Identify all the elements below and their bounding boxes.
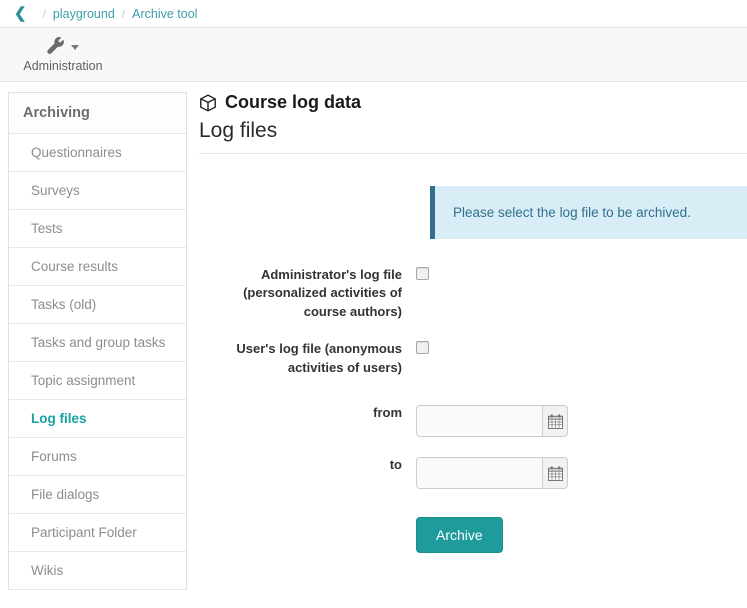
administration-menu-button[interactable]: Administration — [12, 32, 114, 73]
administration-label: Administration — [23, 59, 103, 73]
wrench-icon — [47, 36, 66, 56]
back-chevron-icon[interactable]: ❮ — [14, 6, 27, 21]
info-alert: Please select the log file to be archive… — [430, 186, 747, 239]
to-label: to — [389, 457, 402, 473]
calendar-icon — [547, 414, 563, 429]
cube-icon — [199, 94, 217, 112]
submit-field: Archive — [416, 507, 747, 554]
breadcrumb-item-playground[interactable]: playground — [53, 7, 115, 21]
page-title: Course log data — [199, 92, 747, 113]
sidebar: Archiving Questionnaires Surveys Tests C… — [8, 92, 187, 590]
form-row-from: from — [199, 403, 747, 438]
form-row-admin-log: Administrator's log file (personalized a… — [199, 265, 747, 321]
sidebar-item-tasks-old[interactable]: Tasks (old) — [9, 286, 186, 324]
breadcrumb-item-archive-tool[interactable]: Archive tool — [132, 7, 197, 21]
from-field — [416, 403, 747, 438]
to-date-input[interactable] — [416, 457, 543, 490]
form-row-user-log: User's log file (anonymous activities of… — [199, 339, 747, 377]
sidebar-item-course-results[interactable]: Course results — [9, 248, 186, 286]
form-row-submit: Archive — [199, 507, 747, 554]
sidebar-header: Archiving — [9, 93, 186, 134]
user-log-field — [416, 339, 747, 356]
from-date-input[interactable] — [416, 405, 543, 438]
to-field — [416, 455, 747, 490]
admin-toolbar: Administration — [0, 28, 747, 82]
breadcrumb-bar: ❮ / playground / Archive tool — [0, 0, 747, 28]
admin-log-label: Administrator's log file (personalized a… — [243, 267, 402, 319]
archive-button[interactable]: Archive — [416, 517, 503, 554]
alert-row: Please select the log file to be archive… — [199, 186, 747, 239]
sidebar-item-tests[interactable]: Tests — [9, 210, 186, 248]
sidebar-item-questionnaires[interactable]: Questionnaires — [9, 134, 186, 172]
from-label: from — [373, 405, 402, 421]
from-calendar-button[interactable] — [542, 405, 568, 438]
sidebar-item-surveys[interactable]: Surveys — [9, 172, 186, 210]
submit-spacer — [199, 507, 416, 508]
sidebar-item-forums[interactable]: Forums — [9, 438, 186, 476]
user-log-label: User's log file (anonymous activities of… — [236, 341, 402, 375]
admin-log-checkbox[interactable] — [416, 267, 429, 280]
page-body: Archiving Questionnaires Surveys Tests C… — [0, 82, 747, 590]
to-input-group — [416, 457, 568, 490]
main-content: Course log data Log files Please select … — [187, 82, 747, 571]
user-log-checkbox[interactable] — [416, 341, 429, 355]
sidebar-item-log-files[interactable]: Log files — [9, 400, 186, 438]
caret-down-icon — [71, 45, 79, 50]
sidebar-item-tasks-and-group-tasks[interactable]: Tasks and group tasks — [9, 324, 186, 362]
from-input-group — [416, 405, 568, 438]
sidebar-item-file-dialogs[interactable]: File dialogs — [9, 476, 186, 514]
title-divider — [199, 153, 747, 154]
breadcrumb-separator: / — [121, 6, 126, 21]
sidebar-item-wikis[interactable]: Wikis — [9, 552, 186, 590]
sidebar-item-topic-assignment[interactable]: Topic assignment — [9, 362, 186, 400]
calendar-icon — [547, 466, 563, 481]
section-title: Log files — [199, 119, 278, 142]
admin-log-field — [416, 265, 747, 282]
sidebar-item-participant-folder[interactable]: Participant Folder — [9, 514, 186, 552]
to-calendar-button[interactable] — [542, 457, 568, 490]
administration-icon-row — [12, 36, 114, 56]
form-row-to: to — [199, 455, 747, 490]
breadcrumb-separator: / — [42, 6, 46, 21]
page-title-text: Course log data — [225, 92, 362, 112]
